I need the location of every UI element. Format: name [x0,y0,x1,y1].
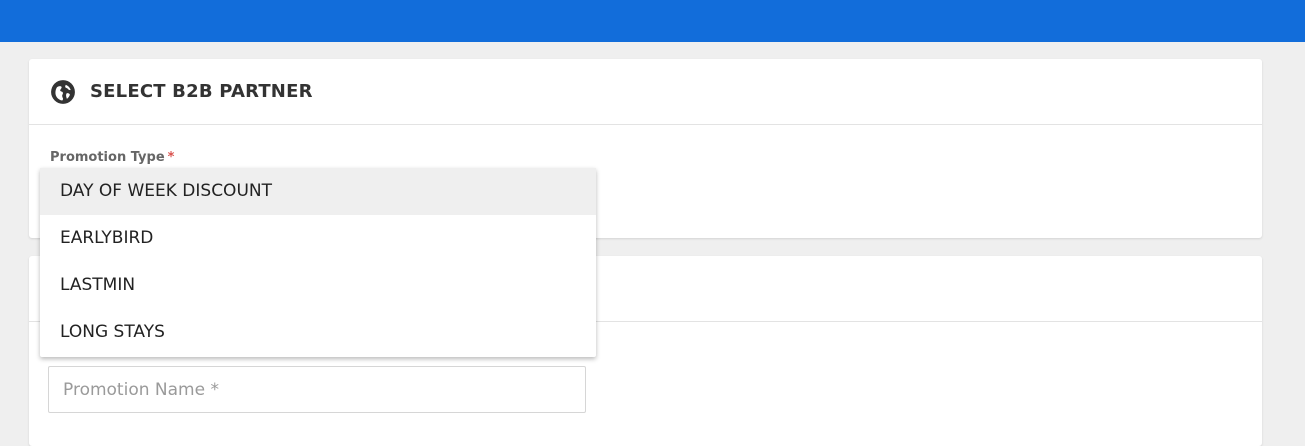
promotion-name-input[interactable] [48,366,586,413]
promotion-type-option[interactable]: LONG STAYS [40,309,596,357]
top-app-bar [0,0,1305,42]
promotion-type-label: Promotion Type * [50,149,174,167]
card-header: SELECT B2B PARTNER [29,59,1262,125]
promotion-type-option[interactable]: DAY OF WEEK DISCOUNT [40,168,596,215]
promotion-type-option[interactable]: EARLYBIRD [40,215,596,262]
promotion-type-label-text: Promotion Type [50,150,165,165]
promotion-type-dropdown[interactable]: DAY OF WEEK DISCOUNT EARLYBIRD LASTMIN L… [40,168,596,357]
card-title: SELECT B2B PARTNER [90,81,313,102]
promotion-type-option[interactable]: LASTMIN [40,262,596,309]
required-marker: * [167,150,175,165]
globe-icon [51,80,75,104]
